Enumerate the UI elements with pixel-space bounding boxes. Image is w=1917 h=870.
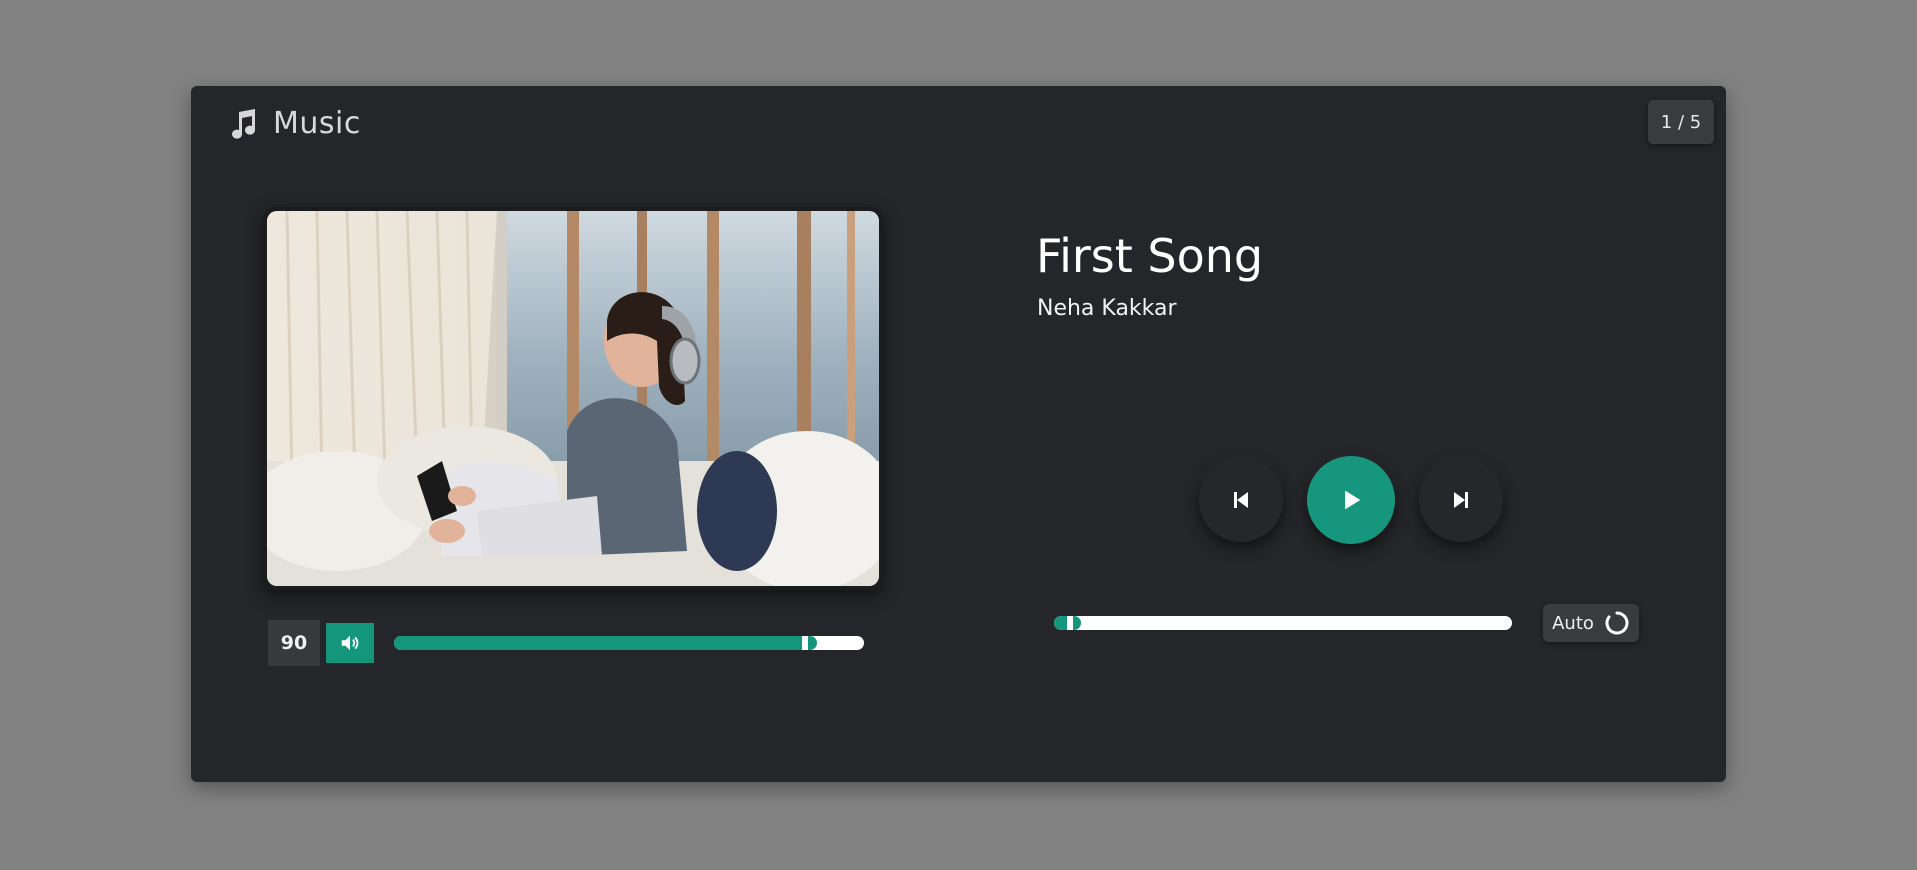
previous-button[interactable] [1199, 458, 1283, 542]
app-title: Music [273, 106, 361, 141]
music-player: Music 1 / 5 90 First Song Neha Kakkar Au… [191, 86, 1726, 782]
next-button[interactable] [1419, 458, 1503, 542]
song-title: First Song [1036, 229, 1264, 283]
skip-previous-icon [1234, 492, 1248, 508]
volume-value: 90 [268, 620, 320, 666]
repeat-circle-icon [1605, 611, 1629, 635]
song-artist: Neha Kakkar [1037, 296, 1177, 321]
app-brand: Music [227, 106, 361, 141]
skip-next-icon [1454, 492, 1468, 508]
volume-slider-fill [394, 636, 817, 650]
volume-slider[interactable] [394, 636, 864, 650]
speaker-icon [341, 635, 359, 651]
mute-button[interactable] [326, 623, 374, 663]
playback-controls [1199, 456, 1503, 544]
album-cover [263, 207, 883, 590]
play-icon [1345, 490, 1361, 510]
volume-value-text: 90 [280, 632, 308, 654]
track-counter-text: 1 / 5 [1660, 111, 1702, 133]
volume-controls: 90 [268, 620, 864, 666]
track-progress-bar[interactable] [1054, 616, 1512, 630]
play-button[interactable] [1307, 456, 1395, 544]
track-progress-handle[interactable] [1067, 616, 1074, 630]
cover-art-image [267, 211, 879, 586]
music-note-icon [232, 108, 256, 139]
auto-play-label: Auto [1552, 612, 1594, 634]
volume-slider-handle[interactable] [802, 636, 808, 650]
auto-play-button[interactable]: Auto [1543, 604, 1639, 642]
track-counter: 1 / 5 [1648, 100, 1714, 144]
